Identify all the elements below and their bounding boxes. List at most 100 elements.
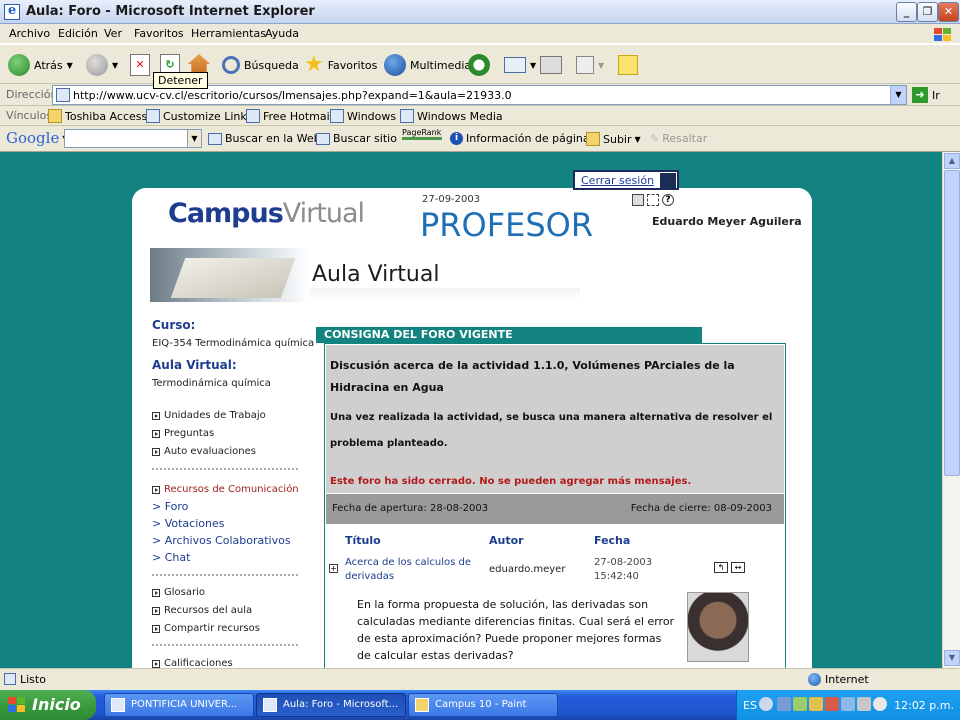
tray-icon[interactable] — [809, 697, 823, 711]
tray-icon[interactable] — [777, 697, 791, 711]
ie-page-icon — [330, 109, 344, 123]
section-title: Aula Virtual — [312, 262, 440, 287]
ie-icon — [263, 698, 277, 712]
mail-button[interactable]: ▼ — [504, 51, 536, 79]
scroll-down-icon[interactable]: ▼ — [944, 650, 960, 666]
maximize-button[interactable]: ❐ — [917, 2, 938, 22]
search-button[interactable]: Búsqueda — [222, 51, 299, 79]
edit-button[interactable]: ▼ — [576, 51, 604, 79]
folder-up-icon — [586, 132, 600, 146]
media-button[interactable]: Multimedia — [384, 51, 471, 79]
course-heading: Curso: — [152, 318, 196, 332]
status-text: Listo — [20, 673, 46, 686]
arrow-box-icon — [152, 411, 160, 420]
nav-calificaciones[interactable]: Calificaciones — [152, 658, 233, 668]
nav-recursos-aula[interactable]: Recursos del aula — [152, 605, 252, 616]
nav-archivos[interactable]: > Archivos Colaborativos — [152, 534, 291, 547]
nav-unidades[interactable]: Unidades de Trabajo — [152, 410, 266, 421]
stop-button[interactable]: ✕ — [130, 51, 150, 79]
minimize-button[interactable]: _ — [896, 2, 917, 22]
menu-archivo[interactable]: Archivo — [9, 27, 50, 40]
link-windows[interactable]: Windows — [330, 109, 396, 123]
link-customize[interactable]: Customize Links — [146, 109, 253, 123]
page-icon — [56, 88, 70, 102]
scroll-thumb[interactable] — [944, 170, 960, 476]
close-button[interactable]: ✕ — [938, 2, 959, 22]
avatar — [687, 592, 749, 662]
go-button[interactable]: ➜ Ir — [912, 87, 940, 103]
vertical-scrollbar[interactable]: ▲ ▼ — [942, 152, 960, 668]
nav-foro[interactable]: > Foro — [152, 500, 188, 513]
nav-autoevaluaciones[interactable]: Auto evaluaciones — [152, 446, 256, 457]
tray-icon[interactable] — [825, 697, 839, 711]
column-date: Fecha — [594, 534, 631, 547]
nav-preguntas[interactable]: Preguntas — [152, 428, 214, 439]
up-button[interactable]: Subir ▼ — [586, 132, 641, 146]
task-paint[interactable]: Campus 10 - Paint — [408, 693, 558, 717]
book-image — [150, 248, 310, 302]
tray-icon[interactable] — [857, 697, 871, 711]
link-hotmail[interactable]: Free Hotmail — [246, 109, 333, 123]
task-pontificia[interactable]: PONTIFICIA UNIVER... — [104, 693, 254, 717]
tray-arrow-icon[interactable] — [759, 697, 773, 711]
back-arrow-icon — [8, 54, 30, 76]
page-status-icon — [4, 673, 16, 685]
forward-arrow-icon — [86, 54, 108, 76]
topic-link[interactable]: Acerca de los calculos de derivadas — [345, 556, 485, 584]
start-button[interactable]: Inicio — [0, 690, 96, 720]
history-button[interactable] — [468, 51, 490, 79]
nav-compartir[interactable]: Compartir recursos — [152, 623, 260, 634]
link-toshiba[interactable]: Toshiba Access — [48, 109, 147, 123]
tray-icon[interactable] — [793, 697, 807, 711]
google-search-web-button[interactable]: Buscar en la Web — [208, 132, 321, 145]
tray-icon[interactable] — [841, 697, 855, 711]
highlight-button[interactable]: ✎ Resaltar — [650, 132, 707, 145]
menu-ver[interactable]: Ver — [104, 27, 122, 40]
print-button[interactable] — [540, 51, 562, 79]
logout-button[interactable]: Cerrar sesión — [573, 170, 679, 190]
windows-flag-icon — [8, 697, 26, 713]
topic-date: 27-08-2003 15:42:40 — [594, 557, 653, 582]
link-windows-media[interactable]: Windows Media — [400, 109, 503, 123]
note-icon — [618, 55, 638, 75]
star-icon: ★ — [304, 52, 324, 77]
taskbar: Inicio PONTIFICIA UNIVER... Aula: Foro -… — [0, 690, 960, 720]
page-info-button[interactable]: iInformación de página▼ — [450, 132, 599, 145]
nav-votaciones[interactable]: > Votaciones — [152, 517, 224, 530]
links-label: Vínculos — [6, 109, 53, 122]
sitemap-icon[interactable] — [647, 194, 659, 206]
menu-herramientas[interactable]: Herramientas — [191, 27, 266, 40]
messenger-button[interactable] — [618, 51, 638, 79]
google-logo[interactable]: Google▼ — [6, 129, 68, 147]
scroll-up-icon[interactable]: ▲ — [944, 153, 960, 169]
google-search-site-button[interactable]: Buscar sitio — [316, 132, 397, 145]
language-indicator[interactable]: ES — [743, 699, 757, 712]
nav-chat[interactable]: > Chat — [152, 551, 190, 564]
column-author: Autor — [489, 534, 524, 547]
help-icon[interactable]: ? — [662, 194, 674, 206]
reply-icon[interactable]: ↰ — [714, 562, 728, 573]
task-aula-foro[interactable]: Aula: Foro - Microsoft... — [256, 693, 406, 717]
nav-recursos-comunicacion[interactable]: Recursos de Comunicación — [152, 484, 299, 495]
search-icon[interactable] — [873, 697, 887, 711]
back-button[interactable]: Atrás ▼ — [8, 51, 73, 79]
expand-width-icon[interactable]: ↔ — [731, 562, 745, 573]
menu-ayuda[interactable]: Ayuda — [265, 27, 299, 40]
address-dropdown-icon[interactable]: ▼ — [890, 86, 906, 104]
favorites-button[interactable]: ★ Favoritos — [304, 51, 377, 79]
arrow-box-icon — [152, 606, 160, 615]
arrow-box-icon — [152, 485, 160, 494]
menu-favoritos[interactable]: Favoritos — [134, 27, 184, 40]
forward-button[interactable]: ▼ — [86, 51, 118, 79]
media-icon — [384, 54, 406, 76]
site-logo: CampusVirtual — [168, 198, 365, 229]
topic-author: eduardo.meyer — [489, 564, 566, 575]
nav-glosario[interactable]: Glosario — [152, 587, 205, 598]
site-search-icon — [316, 132, 330, 145]
menu-bar: Archivo Edición Ver Favoritos Herramient… — [0, 24, 960, 44]
print-icon[interactable] — [632, 194, 644, 206]
google-search-input[interactable]: ▼ — [64, 129, 202, 148]
menu-edicion[interactable]: Edición — [58, 27, 98, 40]
door-icon — [660, 173, 676, 188]
expand-icon[interactable]: + — [329, 564, 338, 573]
